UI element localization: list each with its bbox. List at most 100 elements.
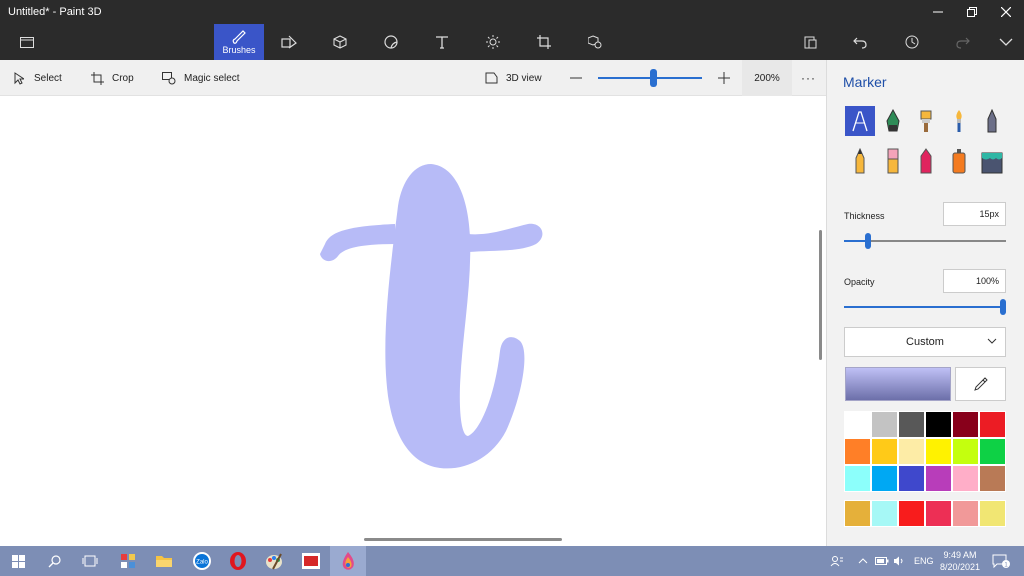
file-explorer-icon — [156, 556, 172, 567]
opacity-slider-thumb[interactable] — [999, 299, 1006, 315]
custom-color-swatch[interactable] — [844, 500, 871, 527]
magic-select-button[interactable]: Magic select — [162, 60, 240, 96]
custom-color-swatch[interactable] — [952, 500, 979, 527]
color-swatch[interactable] — [979, 411, 1006, 438]
brush-eraser[interactable] — [878, 146, 908, 176]
undo-button[interactable] — [843, 24, 877, 60]
color-swatch[interactable] — [979, 465, 1006, 492]
color-palette — [844, 411, 1007, 492]
custom-color-swatch[interactable] — [979, 500, 1006, 527]
undo-icon — [853, 37, 867, 49]
people-icon[interactable] — [830, 546, 844, 576]
taskbar-paint-3d[interactable] — [330, 546, 366, 576]
redo-button[interactable] — [946, 24, 980, 60]
tab-canvas[interactable] — [519, 24, 569, 60]
color-swatch[interactable] — [871, 411, 898, 438]
search-button[interactable] — [36, 546, 72, 576]
red-app-icon — [302, 553, 320, 569]
start-button[interactable] — [0, 546, 36, 576]
clock-date: 8/20/2021 — [939, 562, 981, 572]
task-view-button[interactable] — [72, 546, 108, 576]
color-swatch[interactable] — [952, 465, 979, 492]
watercolor-icon — [956, 110, 962, 132]
tab-brushes[interactable]: Brushes — [214, 24, 264, 60]
brush-crayon[interactable] — [911, 146, 941, 176]
color-swatch[interactable] — [925, 465, 952, 492]
color-swatch[interactable] — [844, 465, 871, 492]
action-center-button[interactable]: 1 — [992, 546, 1010, 576]
color-swatch[interactable] — [871, 465, 898, 492]
color-swatch[interactable] — [844, 411, 871, 438]
tab-3d-shapes[interactable] — [315, 24, 365, 60]
tab-2d-shapes[interactable] — [264, 24, 314, 60]
zoom-value[interactable]: 200% — [742, 60, 792, 96]
color-swatch[interactable] — [871, 438, 898, 465]
brush-calligraphy-pen[interactable] — [878, 106, 908, 136]
crop-button[interactable]: Crop — [90, 60, 134, 96]
volume-icon[interactable] — [893, 546, 905, 576]
color-swatch[interactable] — [952, 411, 979, 438]
thickness-label: Thickness — [844, 211, 885, 221]
texture-dropdown[interactable]: Custom — [844, 327, 1006, 357]
menu-button[interactable] — [2, 24, 52, 60]
zalo-icon: Zalo — [193, 552, 211, 570]
expand-button[interactable] — [989, 24, 1023, 60]
taskbar-file-explorer[interactable] — [146, 546, 182, 576]
text-icon — [436, 36, 448, 49]
custom-color-swatch[interactable] — [898, 500, 925, 527]
opacity-input[interactable]: 100% — [943, 269, 1006, 293]
tab-effects[interactable] — [468, 24, 518, 60]
color-swatch[interactable] — [898, 411, 925, 438]
zoom-slider-thumb[interactable] — [650, 69, 657, 87]
minimize-button[interactable] — [921, 0, 955, 24]
taskbar-app-1[interactable] — [110, 546, 146, 576]
folder-icon — [20, 37, 34, 48]
custom-color-swatch[interactable] — [871, 500, 898, 527]
drawing-canvas[interactable] — [0, 96, 826, 546]
oil-brush-icon — [920, 110, 932, 132]
custom-color-swatch[interactable] — [925, 500, 952, 527]
color-swatch[interactable] — [925, 411, 952, 438]
tab-3d-library[interactable] — [570, 24, 620, 60]
brush-pencil[interactable] — [845, 146, 875, 176]
brush-fill[interactable] — [977, 146, 1007, 176]
clock[interactable]: 9:49 AM 8/20/2021 — [936, 549, 984, 573]
color-swatch[interactable] — [979, 438, 1006, 465]
taskbar-zalo[interactable]: Zalo — [184, 546, 220, 576]
brush-spray-can[interactable] — [944, 146, 974, 176]
thickness-input[interactable]: 15px — [943, 202, 1006, 226]
taskbar-paint-classic[interactable] — [256, 546, 292, 576]
restore-button[interactable] — [955, 0, 989, 24]
3d-view-button[interactable]: 3D view — [484, 60, 542, 96]
input-language[interactable]: ENG — [914, 546, 934, 576]
horizontal-scrollbar[interactable] — [364, 538, 562, 541]
taskbar-opera[interactable] — [220, 546, 256, 576]
history-button[interactable] — [895, 24, 929, 60]
taskbar-app-red[interactable] — [293, 546, 329, 576]
tab-stickers[interactable] — [366, 24, 416, 60]
brush-watercolor[interactable] — [944, 106, 974, 136]
current-color-swatch[interactable] — [845, 367, 951, 401]
zoom-out-button[interactable] — [570, 60, 582, 96]
battery-icon[interactable] — [875, 546, 889, 576]
color-swatch[interactable] — [952, 438, 979, 465]
brush-marker[interactable] — [845, 106, 875, 136]
color-swatch[interactable] — [844, 438, 871, 465]
color-swatch[interactable] — [898, 438, 925, 465]
thickness-slider-thumb[interactable] — [865, 233, 872, 249]
brush-pixel-pen[interactable] — [977, 106, 1007, 136]
select-button[interactable]: Select — [12, 60, 62, 96]
tab-text[interactable] — [417, 24, 467, 60]
vertical-scrollbar[interactable] — [819, 230, 822, 360]
close-button[interactable] — [989, 0, 1023, 24]
eyedropper-button[interactable] — [955, 367, 1006, 401]
brush-oil[interactable] — [911, 106, 941, 136]
zoom-in-button[interactable] — [718, 60, 730, 96]
show-hidden-icons-button[interactable] — [858, 546, 868, 576]
more-button[interactable]: ··· — [801, 60, 816, 96]
paste-button[interactable] — [793, 24, 827, 60]
color-swatch[interactable] — [898, 465, 925, 492]
minus-icon — [570, 77, 582, 79]
pencil-icon — [855, 148, 865, 174]
color-swatch[interactable] — [925, 438, 952, 465]
